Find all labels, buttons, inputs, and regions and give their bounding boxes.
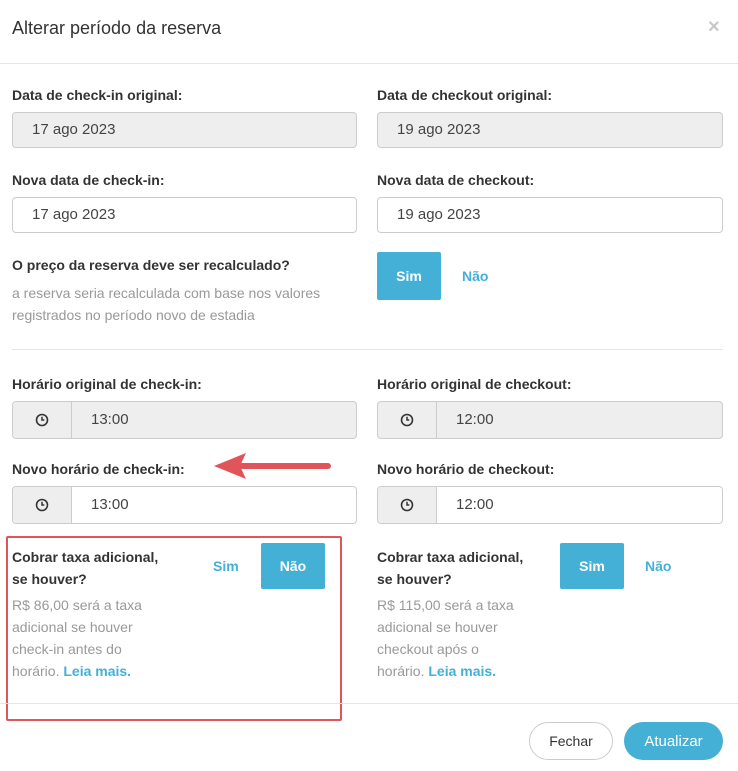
fee-checkout-read-more-link[interactable]: Leia mais. — [428, 663, 496, 679]
clock-icon — [13, 402, 72, 438]
original-checkout-time-field: 12:00 — [377, 401, 723, 439]
annotation-arrow-icon — [214, 453, 331, 479]
new-checkin-time-input[interactable]: 13:00 — [12, 486, 357, 524]
recalc-question: O preço da reserva deve ser recalculado? — [12, 257, 290, 273]
close-button[interactable]: Fechar — [529, 722, 613, 760]
fee-checkout-question: Cobrar taxa adicional, se houver? — [377, 546, 523, 590]
new-checkout-date-input[interactable]: 19 ago 2023 — [377, 197, 723, 233]
fee-checkout-question-line2: se houver? — [377, 571, 452, 587]
header-divider — [0, 63, 738, 64]
time-value: 12:00 — [456, 411, 494, 428]
original-checkin-date-field: 17 ago 2023 — [12, 112, 357, 148]
fee-checkout-yes-button[interactable]: Sim — [560, 543, 624, 589]
fee-checkout-help-line4: horário. — [377, 663, 425, 679]
clock-icon[interactable] — [13, 487, 72, 523]
clock-icon — [378, 402, 437, 438]
time-value[interactable]: 12:00 — [437, 487, 722, 523]
original-checkout-date-label: Data de checkout original: — [377, 87, 553, 103]
original-checkin-time-label: Horário original de check-in: — [12, 376, 202, 392]
fee-checkout-help-line1: R$ 115,00 será a taxa — [377, 597, 514, 613]
fee-checkout-question-line1: Cobrar taxa adicional, — [377, 549, 524, 565]
footer-divider — [0, 703, 738, 704]
original-checkin-date-label: Data de check-in original: — [12, 87, 183, 103]
new-checkin-date-input[interactable]: 17 ago 2023 — [12, 197, 357, 233]
fee-checkout-help-line2: adicional se houver — [377, 619, 498, 635]
recalc-help-text: a reserva seria recalculada com base nos… — [12, 285, 321, 323]
time-value: 13:00 — [91, 411, 129, 428]
fee-checkout-help: R$ 115,00 será a taxa adicional se houve… — [377, 594, 514, 682]
fee-checkout-help-line3: checkout após o — [377, 641, 479, 657]
recalc-yes-button[interactable]: Sim — [377, 252, 441, 300]
fee-checkout-no-button[interactable]: Não — [645, 558, 671, 574]
recalc-no-button[interactable]: Não — [462, 268, 488, 284]
section-divider — [12, 349, 723, 350]
clock-icon[interactable] — [378, 487, 437, 523]
original-checkout-time-label: Horário original de checkout: — [377, 376, 572, 392]
dialog-title: Alterar período da reserva — [12, 18, 222, 38]
update-button[interactable]: Atualizar — [624, 722, 723, 760]
new-checkout-time-label: Novo horário de checkout: — [377, 461, 555, 477]
annotation-highlight-box — [6, 536, 342, 721]
original-checkout-date-field: 19 ago 2023 — [377, 112, 723, 148]
new-checkin-time-label: Novo horário de check-in: — [12, 461, 185, 477]
new-checkout-date-label: Nova data de checkout: — [377, 172, 535, 188]
new-checkin-date-label: Nova data de check-in: — [12, 172, 165, 188]
time-value[interactable]: 13:00 — [72, 487, 356, 523]
original-checkin-time-field: 13:00 — [12, 401, 357, 439]
close-icon[interactable]: × — [708, 16, 720, 39]
new-checkout-time-input[interactable]: 12:00 — [377, 486, 723, 524]
